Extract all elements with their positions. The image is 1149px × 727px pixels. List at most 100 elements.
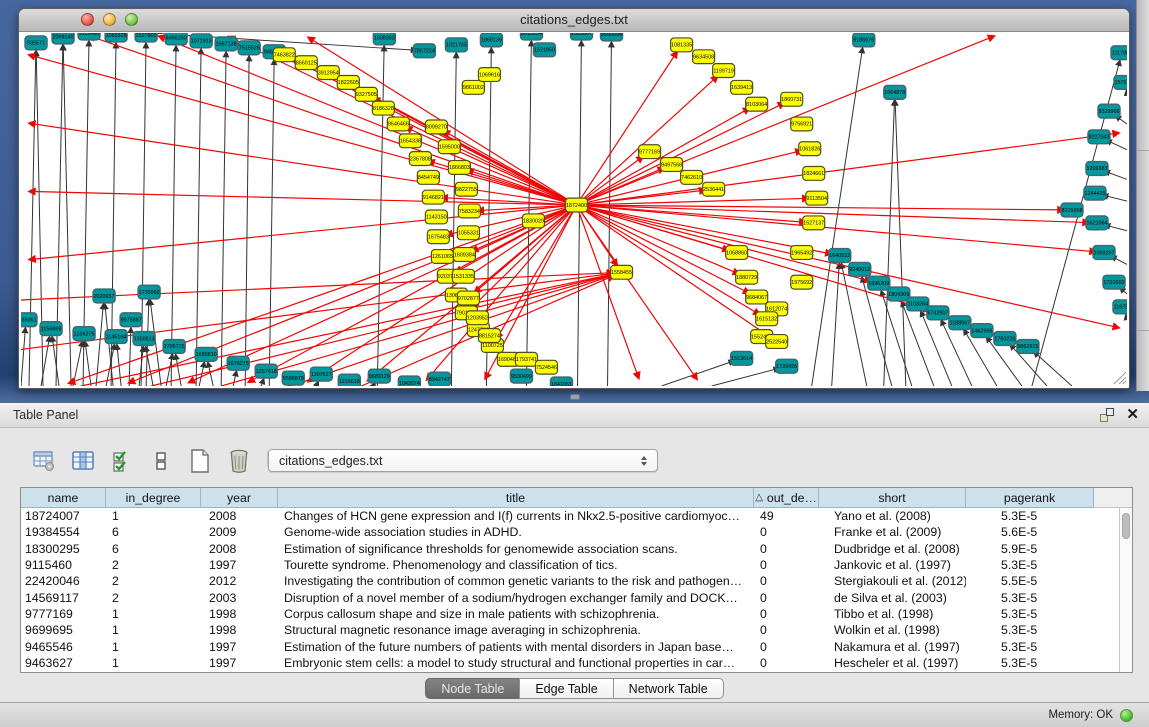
select-columns-button[interactable] [108, 447, 136, 475]
table-cell-title[interactable]: Estimation of significance thresholds fo… [278, 542, 754, 556]
table-cell-year[interactable]: 2008 [201, 509, 278, 523]
network-node-teal[interactable]: 1071913 [190, 34, 212, 48]
network-node-teal[interactable]: 1107617 [310, 367, 332, 381]
column-header-title[interactable]: title [278, 488, 754, 508]
network-node-teal[interactable]: 1521850 [533, 43, 555, 57]
network-node-teal[interactable]: 1462906 [971, 324, 993, 338]
table-cell-name[interactable]: 9777169 [21, 607, 106, 621]
network-node-yellow[interactable]: 1615132 [756, 312, 778, 326]
network-node-yellow[interactable]: 1965492 [791, 246, 813, 260]
table-cell-short[interactable]: Stergiakouli et al. (2012) [819, 574, 966, 588]
network-node-teal[interactable]: 1735992 [138, 285, 160, 299]
network-node-teal[interactable]: 9245012 [849, 262, 871, 276]
table-cell-name[interactable]: 9463627 [21, 656, 106, 670]
network-node-yellow[interactable]: 1860731 [781, 92, 803, 106]
table-cell-pagerank[interactable]: 5.3E-5 [966, 509, 1094, 523]
network-node-teal[interactable]: 1533867 [570, 33, 592, 40]
toggle-rows-button[interactable] [147, 447, 175, 475]
network-node-yellow[interactable]: 9146821 [422, 190, 444, 204]
network-node-teal[interactable]: 6966160 [165, 33, 187, 45]
close-panel-button[interactable]: ✕ [1126, 407, 1139, 423]
table-cell-short[interactable]: Wolkin et al. (1998) [819, 623, 966, 637]
table-cell-in_degree[interactable]: 2 [106, 574, 201, 588]
column-header-year[interactable]: year [201, 488, 278, 508]
table-cell-name[interactable]: 14569117 [21, 591, 106, 605]
tab-network-table[interactable]: Network Table [613, 678, 724, 699]
network-node-teal[interactable]: 9530499 [510, 369, 532, 383]
network-node-yellow[interactable]: 1793741 [515, 352, 537, 366]
table-cell-in_degree[interactable]: 2 [106, 558, 201, 572]
table-cell-out_degree[interactable]: 0 [754, 623, 819, 637]
network-node-teal[interactable]: 9862915 [1017, 340, 1039, 354]
create-column-button[interactable] [186, 447, 214, 475]
network-node-teal[interactable]: 9329966 [1098, 104, 1120, 118]
table-row[interactable]: 946554611997Estimation of the future num… [21, 638, 1132, 654]
network-node-yellow[interactable]: 1199719 [713, 64, 735, 78]
table-cell-name[interactable]: 9465546 [21, 640, 106, 654]
network-node-yellow[interactable]: 8103064 [746, 97, 768, 111]
network-node-teal[interactable]: 8215958 [1061, 203, 1083, 217]
table-cell-pagerank[interactable]: 5.6E-5 [966, 525, 1094, 539]
table-cell-title[interactable]: Corpus callosum shape and size in male p… [278, 607, 754, 621]
network-node-yellow[interactable]: 1639413 [731, 80, 753, 94]
network-node-yellow[interactable]: 7583234 [458, 204, 480, 218]
table-row[interactable]: 2242004622012Investigating the contribut… [21, 573, 1132, 589]
network-node-yellow[interactable]: 9822755 [455, 182, 477, 196]
network-node-yellow[interactable]: 9546466 [387, 117, 409, 131]
network-node-yellow[interactable]: 1830029 [522, 214, 544, 228]
table-cell-name[interactable]: 22420046 [21, 574, 106, 588]
network-node-yellow[interactable]: 1824661 [803, 166, 825, 180]
network-node-yellow[interactable]: 1880729 [736, 270, 758, 284]
network-node-yellow[interactable]: 1595000 [438, 140, 460, 154]
table-cell-in_degree[interactable]: 1 [106, 509, 201, 523]
table-cell-year[interactable]: 2008 [201, 542, 278, 556]
table-selector-dropdown[interactable]: citations_edges.txt [268, 449, 658, 472]
table-cell-title[interactable]: Investigating the contribution of common… [278, 574, 754, 588]
network-node-teal[interactable]: 1145194 [105, 330, 127, 344]
table-cell-pagerank[interactable]: 5.3E-5 [966, 607, 1094, 621]
network-node-teal[interactable]: 1117885 [1111, 46, 1127, 60]
network-node-yellow[interactable]: 1866803 [448, 161, 470, 175]
table-cell-pagerank[interactable]: 5.3E-5 [966, 640, 1094, 654]
network-node-yellow[interactable]: 8186328 [372, 101, 394, 115]
network-node-teal[interactable]: 1167534 [1113, 300, 1127, 314]
table-cell-title[interactable]: Disruption of a novel member of a sodium… [278, 591, 754, 605]
table-cell-pagerank[interactable]: 5.3E-5 [966, 558, 1094, 572]
table-cell-name[interactable]: 18300295 [21, 542, 106, 556]
network-node-yellow[interactable]: 9702877 [457, 291, 479, 305]
tab-edge-table[interactable]: Edge Table [519, 678, 613, 699]
network-node-teal[interactable]: 1188567 [949, 316, 971, 330]
network-node-yellow[interactable]: 1654338 [399, 134, 421, 148]
network-node-teal[interactable]: 1527802 [135, 33, 157, 42]
table-cell-out_degree[interactable]: 0 [754, 542, 819, 556]
network-node-yellow[interactable]: 2522540 [766, 335, 788, 349]
table-cell-in_degree[interactable]: 6 [106, 542, 201, 556]
network-node-teal[interactable]: 1935061 [21, 313, 37, 327]
table-panel-titlebar[interactable]: Table Panel ✕ [0, 403, 1149, 428]
table-cell-pagerank[interactable]: 5.3E-5 [966, 656, 1094, 670]
network-node-teal[interactable]: 9689129 [368, 369, 390, 383]
network-node-teal[interactable]: 1513614 [731, 351, 753, 365]
table-row[interactable]: 1830029562008Estimation of significance … [21, 541, 1132, 557]
network-canvas[interactable]: 9355712069140911546010653281527802696616… [21, 33, 1127, 386]
memory-status-indicator[interactable] [1120, 709, 1133, 722]
network-node-teal[interactable]: 1244415 [1084, 186, 1106, 200]
network-node-teal[interactable]: 1065328 [105, 33, 127, 42]
network-node-yellow[interactable]: 9861002 [462, 80, 484, 94]
network-node-yellow[interactable]: 8454749 [417, 170, 439, 184]
table-cell-in_degree[interactable]: 6 [106, 525, 201, 539]
network-node-yellow[interactable]: 1203952 [466, 311, 488, 325]
table-cell-pagerank[interactable]: 5.3E-5 [966, 591, 1094, 605]
network-node-teal[interactable]: 7515526 [238, 41, 260, 55]
network-node-teal[interactable]: 1678275 [227, 356, 249, 370]
float-panel-button[interactable] [1099, 407, 1115, 423]
network-node-teal[interactable]: 9586879 [282, 371, 304, 385]
network-node-yellow[interactable]: 1261065 [431, 250, 453, 264]
table-cell-name[interactable]: 9115460 [21, 558, 106, 572]
network-node-yellow[interactable]: 1675483 [427, 230, 449, 244]
table-cell-short[interactable]: Yano et al. (2008) [819, 509, 966, 523]
network-window-titlebar[interactable]: citations_edges.txt [19, 9, 1129, 32]
network-node-teal[interactable]: 9975887 [120, 313, 142, 327]
table-row[interactable]: 977716911998Corpus callosum shape and si… [21, 606, 1132, 622]
table-cell-out_degree[interactable]: 0 [754, 591, 819, 605]
